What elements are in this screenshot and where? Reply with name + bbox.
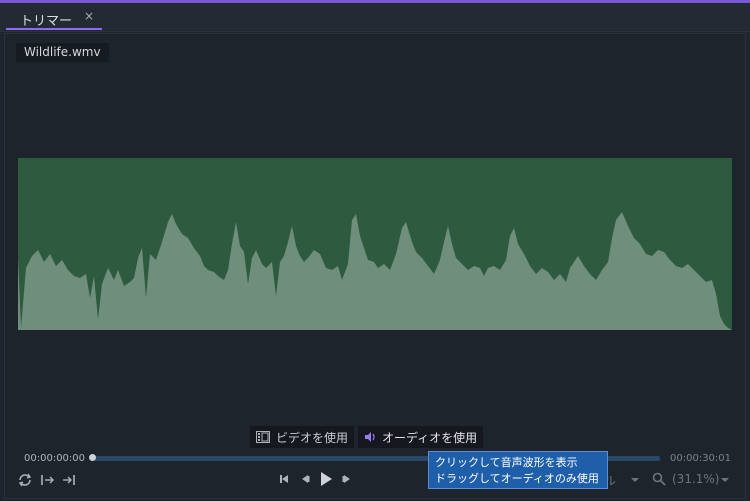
speaker-icon xyxy=(364,431,376,443)
mark-in-icon[interactable] xyxy=(38,471,56,489)
tooltip-line-1: クリックして音声波形を表示 xyxy=(435,456,578,469)
current-time: 00:00:00:00 xyxy=(24,453,86,464)
loop-icon[interactable] xyxy=(16,471,34,489)
mark-out-icon[interactable] xyxy=(60,471,78,489)
audio-waveform[interactable] xyxy=(18,158,732,330)
playhead-handle[interactable] xyxy=(89,454,96,461)
use-options: ビデオを使用 オーディオを使用 xyxy=(250,426,484,448)
use-audio-label: オーディオを使用 xyxy=(382,430,478,445)
step-forward-icon[interactable] xyxy=(339,471,355,487)
use-video-label: ビデオを使用 xyxy=(276,430,349,445)
search-icon[interactable] xyxy=(651,471,667,487)
tab-bar: トリマー × xyxy=(0,3,750,32)
waveform-tooltip: クリックして音声波形を表示 ドラッグしてオーディオのみ使用 xyxy=(428,451,608,489)
tab-trimmer[interactable]: トリマー × xyxy=(6,6,102,30)
step-back-icon[interactable] xyxy=(297,471,313,487)
skip-start-icon[interactable] xyxy=(276,471,292,487)
clip-filename: Wildlife.wmv xyxy=(16,43,109,62)
close-icon[interactable]: × xyxy=(84,9,94,23)
chevron-down-icon[interactable] xyxy=(628,474,642,486)
total-time: 00:00:30:01 xyxy=(670,453,732,464)
tooltip-line-2: ドラッグしてオーディオのみ使用 xyxy=(435,472,599,485)
tab-label: トリマー xyxy=(20,14,73,29)
play-icon[interactable] xyxy=(316,469,336,489)
zoom-chevron-down-icon[interactable] xyxy=(718,474,732,486)
use-video-button[interactable]: ビデオを使用 xyxy=(250,426,355,448)
zoom-percent: (31.1%) xyxy=(672,472,720,486)
tab-underline xyxy=(6,28,102,30)
use-audio-button[interactable]: オーディオを使用 xyxy=(358,426,484,448)
film-icon xyxy=(256,431,270,443)
